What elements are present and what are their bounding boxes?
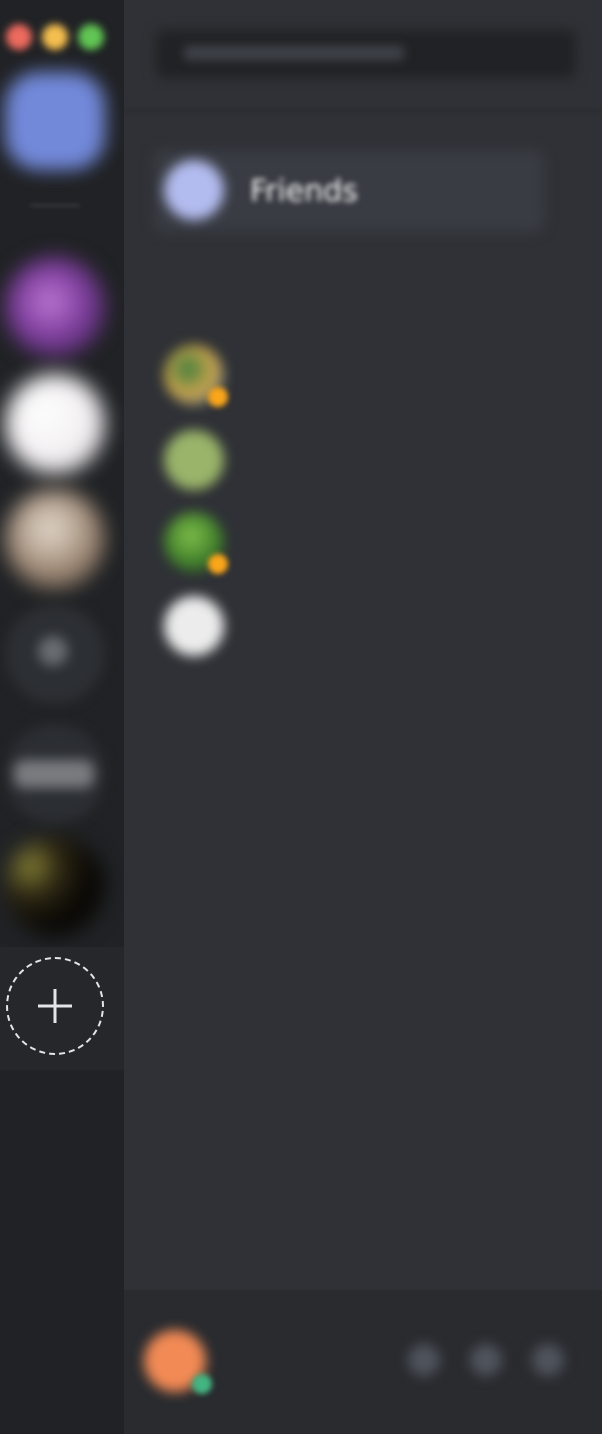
minimize-window-button[interactable] [42,24,68,50]
headphones-icon[interactable] [470,1344,502,1376]
online-status-icon [192,1374,212,1394]
server-icon[interactable] [5,489,105,589]
dm-list-item[interactable] [164,512,564,582]
avatar [164,596,224,656]
server-icon[interactable] [5,257,105,357]
server-text-label [14,760,94,788]
dm-list-item[interactable] [164,345,564,415]
user-panel [124,1290,602,1434]
server-icon[interactable] [5,374,105,474]
friends-label: Friends [250,174,358,209]
server-icon[interactable] [5,836,105,936]
rail-separator [30,204,80,207]
plus-icon [38,989,72,1023]
header-divider [124,110,602,112]
microphone-icon[interactable] [408,1344,440,1376]
server-glyph [38,636,68,666]
zoom-window-button[interactable] [78,24,104,50]
server-rail [0,0,124,1434]
close-window-button[interactable] [6,24,32,50]
idle-status-icon [208,387,228,407]
window-controls [6,24,104,50]
dm-list-item[interactable] [164,596,564,666]
settings-icon[interactable] [532,1344,564,1376]
home-button[interactable] [5,72,105,170]
add-server-button[interactable] [6,957,104,1055]
idle-status-icon [208,554,228,574]
avatar [164,430,224,490]
channel-sidebar: Friends [124,0,602,1434]
search-placeholder [184,46,404,60]
friends-icon [164,160,224,220]
dm-list-item[interactable] [164,430,564,500]
